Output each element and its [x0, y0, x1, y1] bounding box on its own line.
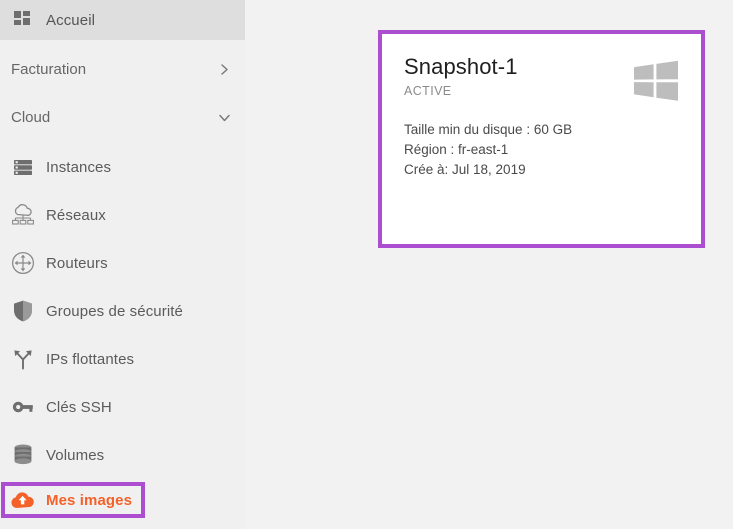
snapshot-detail-region: Région : fr-east-1: [404, 142, 509, 157]
sidebar-item-label: Volumes: [46, 446, 105, 464]
sidebar-item-label: Accueil: [46, 11, 96, 29]
sidebar-section-facturation[interactable]: Facturation: [0, 52, 245, 86]
chevron-right-icon[interactable]: [217, 62, 231, 76]
sidebar-section-cloud[interactable]: Cloud: [0, 100, 245, 134]
sidebar-item-label: Mes images: [46, 491, 133, 509]
database-stack-icon: [0, 443, 46, 467]
snapshot-detail-created: Crée à: Jul 18, 2019: [404, 162, 526, 177]
cloud-network-icon: [0, 203, 46, 227]
sidebar-item-label: Instances: [46, 158, 112, 176]
snapshot-card[interactable]: Snapshot-1 ACTIVE Taille min du disque :…: [382, 34, 701, 244]
sidebar-item-groupes-de-securite[interactable]: Groupes de sécurité: [0, 293, 245, 329]
main-content: Snapshot-1 ACTIVE Taille min du disque :…: [245, 0, 733, 529]
windows-logo-icon: [633, 60, 679, 102]
sidebar-item-ips-flottantes[interactable]: IPs flottantes: [0, 341, 245, 377]
sidebar-item-label: Réseaux: [46, 206, 106, 224]
sidebar-item-label: Groupes de sécurité: [46, 302, 183, 320]
sidebar-item-instances[interactable]: Instances: [0, 149, 245, 185]
sidebar: Accueil Facturation Cloud Instances Rése…: [0, 0, 245, 529]
highlight-box-snapshot-card: Snapshot-1 ACTIVE Taille min du disque :…: [378, 30, 705, 248]
sidebar-item-mes-images[interactable]: Mes images: [0, 482, 245, 518]
router-icon: [0, 250, 46, 276]
snapshot-detail-disk-size: Taille min du disque : 60 GB: [404, 122, 573, 137]
grid-dashboard-icon: [0, 10, 46, 30]
cloud-upload-icon: [0, 489, 46, 511]
sidebar-section-label: Cloud: [11, 108, 51, 126]
sidebar-section-label: Facturation: [11, 60, 87, 78]
sidebar-item-routeurs[interactable]: Routeurs: [0, 245, 245, 281]
branch-arrow-icon: [0, 347, 46, 371]
sidebar-item-label: Routeurs: [46, 254, 108, 272]
sidebar-item-cles-ssh[interactable]: Clés SSH: [0, 389, 245, 425]
sidebar-item-volumes[interactable]: Volumes: [0, 437, 245, 473]
shield-icon: [0, 299, 46, 323]
server-stack-icon: [0, 156, 46, 178]
sidebar-item-reseaux[interactable]: Réseaux: [0, 197, 245, 233]
sidebar-item-label: Clés SSH: [46, 398, 112, 416]
key-icon: [0, 397, 46, 417]
sidebar-item-label: IPs flottantes: [46, 350, 135, 368]
sidebar-item-accueil[interactable]: Accueil: [0, 0, 245, 40]
chevron-down-icon[interactable]: [217, 110, 231, 124]
